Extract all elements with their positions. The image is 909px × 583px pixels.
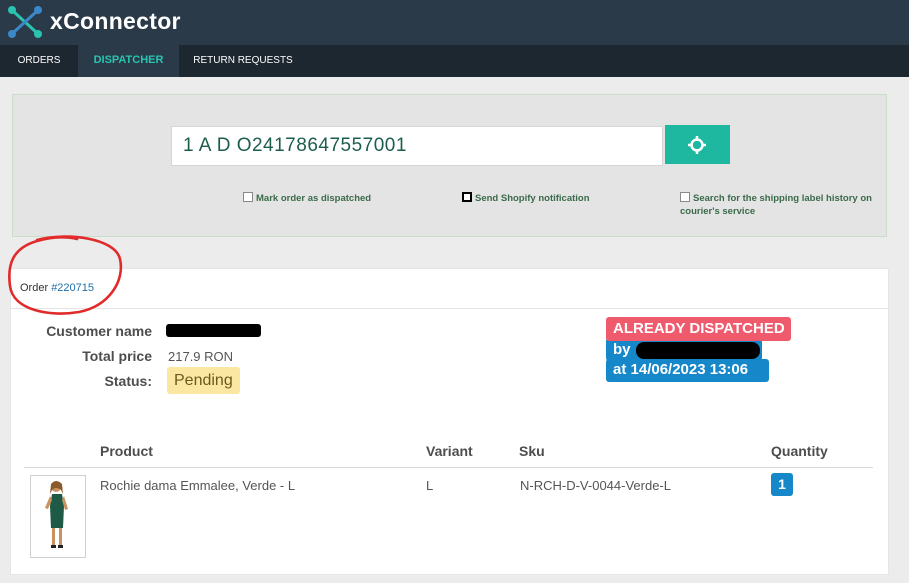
row-variant: L xyxy=(426,478,434,493)
order-label-text: Order xyxy=(20,282,49,294)
product-thumbnail[interactable] xyxy=(30,475,86,558)
row-sku: N-RCH-D-V-0044-Verde-L xyxy=(520,478,671,493)
shopify-notification-label[interactable]: Send Shopify notification xyxy=(475,193,590,204)
order-card: Order #220715 xyxy=(10,268,889,575)
customer-name-redacted xyxy=(166,324,261,337)
row-quantity-badge: 1 xyxy=(771,473,793,496)
dispatcher-name-redacted xyxy=(636,342,760,359)
brand-name[interactable]: xConnector xyxy=(50,8,181,35)
app-header: xConnector xyxy=(0,0,909,45)
mark-dispatched-option[interactable]: Mark order as dispatched xyxy=(243,192,371,205)
label-history-label[interactable]: Search for the shipping label history on… xyxy=(680,193,872,217)
status-badge: Pending xyxy=(167,367,240,394)
row-product-name: Rochie dama Emmalee, Verde - L xyxy=(100,478,296,493)
table-divider xyxy=(24,467,873,468)
col-variant: Variant xyxy=(426,443,473,459)
awb-search-input[interactable]: 1 A D O24178647557001 xyxy=(171,126,663,166)
label-history-option[interactable]: Search for the shipping label history on… xyxy=(680,192,880,218)
dispatched-at-badge: at 14/06/2023 13:06 xyxy=(606,359,769,382)
shopify-notification-option[interactable]: Send Shopify notification xyxy=(462,192,590,205)
order-card-header: Order #220715 xyxy=(11,269,888,309)
mark-dispatched-checkbox[interactable] xyxy=(243,192,253,202)
total-price-label: Total price xyxy=(82,348,152,364)
dispatch-search-panel: 1 A D O24178647557001 Mark order as disp… xyxy=(12,94,887,237)
xconnector-logo-icon[interactable] xyxy=(6,4,44,40)
scan-button[interactable] xyxy=(665,125,730,164)
dispatched-by-label: by xyxy=(613,341,631,358)
total-price-value: 217.9 RON xyxy=(168,349,234,364)
nav-orders[interactable]: ORDERS xyxy=(8,45,70,77)
product-image xyxy=(45,481,68,548)
order-title: Order #220715 xyxy=(20,282,94,294)
col-sku: Sku xyxy=(519,443,545,459)
mark-dispatched-label[interactable]: Mark order as dispatched xyxy=(256,193,371,204)
crosshair-icon xyxy=(688,136,706,154)
main-nav: ORDERS DISPATCHER RETURN REQUESTS xyxy=(0,45,909,77)
order-number-link[interactable]: #220715 xyxy=(51,282,94,294)
customer-name-label: Customer name xyxy=(46,323,152,339)
col-product: Product xyxy=(100,443,153,459)
nav-return-requests[interactable]: RETURN REQUESTS xyxy=(186,45,300,77)
nav-dispatcher[interactable]: DISPATCHER xyxy=(78,45,179,77)
label-history-checkbox[interactable] xyxy=(680,192,690,202)
already-dispatched-badge: ALREADY DISPATCHED xyxy=(606,317,791,341)
col-quantity: Quantity xyxy=(771,443,828,459)
shopify-notification-checkbox[interactable] xyxy=(462,192,472,202)
status-label: Status: xyxy=(104,373,152,389)
